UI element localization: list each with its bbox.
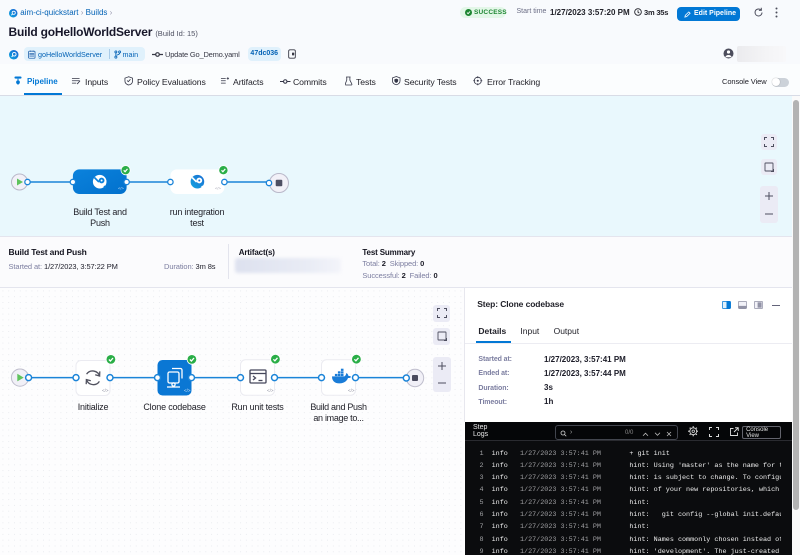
svg-text:</>: </> — [102, 388, 109, 393]
svg-text:</>: </> — [184, 388, 191, 393]
svg-text:</>: </> — [215, 186, 221, 191]
svg-text:</>: </> — [267, 388, 274, 393]
svg-text:</>: </> — [348, 388, 355, 393]
svg-text:</>: </> — [118, 186, 124, 191]
